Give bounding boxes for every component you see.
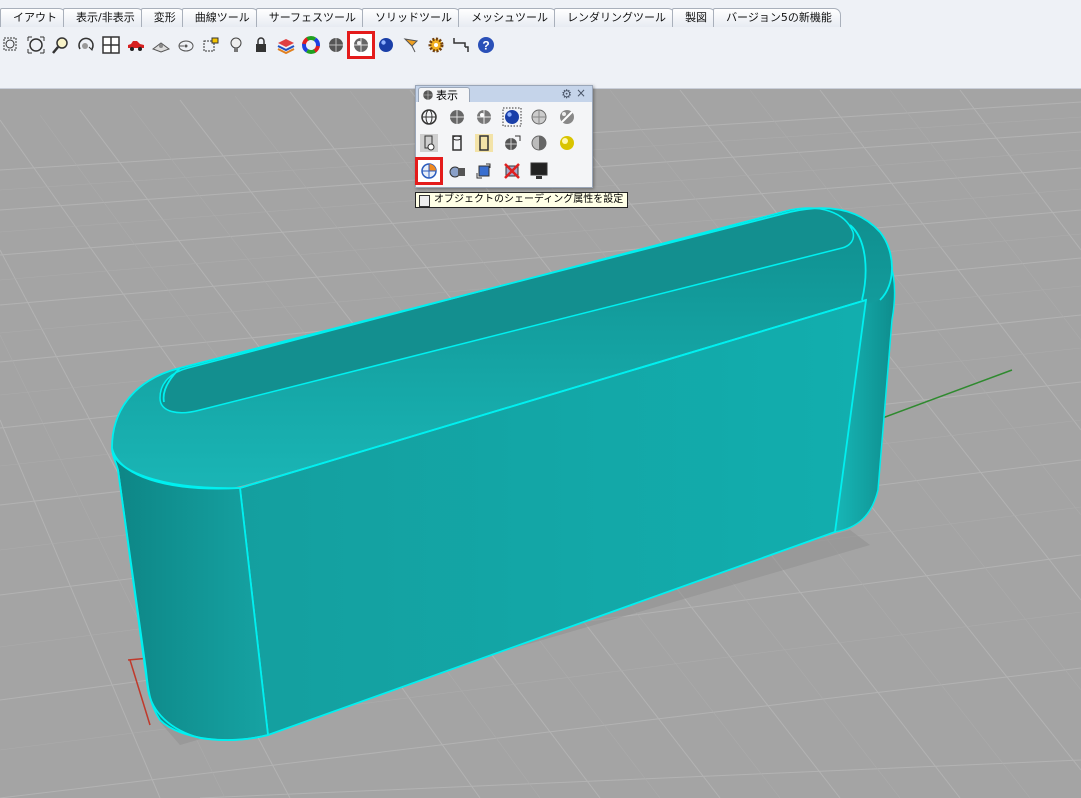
rendered-sphere-icon[interactable] [347, 31, 375, 59]
technical-icon[interactable] [418, 132, 440, 154]
display-panel-row-3 [415, 157, 556, 185]
display-panel-title: 表示 [436, 88, 458, 102]
display-panel-header: 表示 ⚙ × [416, 86, 592, 102]
command-ribbon: イアウト 表示/非表示 変形 曲線ツール サーフェスツール ソリッドツール メッ… [0, 0, 1081, 89]
disable-icon[interactable] [501, 160, 523, 182]
tab-v5-new-features[interactable]: バージョン5の新機能 [713, 8, 841, 27]
light-icon[interactable] [225, 34, 247, 56]
main-toolbar: ? [0, 31, 500, 59]
zoom-selected-icon[interactable] [50, 34, 72, 56]
toolbar-tabs: イアウト 表示/非表示 変形 曲線ツール サーフェスツール ソリッドツール メッ… [0, 8, 841, 28]
tab-solid-tools[interactable]: ソリッドツール [362, 8, 462, 27]
color-wheel-icon[interactable] [300, 34, 322, 56]
tab-visibility[interactable]: 表示/非表示 [63, 8, 144, 27]
select-points-icon[interactable] [200, 34, 222, 56]
object-shading-icon[interactable] [415, 157, 443, 185]
capture-icon[interactable] [473, 160, 495, 182]
panel-sphere-icon [423, 90, 433, 100]
world-sphere-icon[interactable] [501, 132, 523, 154]
display-panel: 表示 ⚙ × [415, 85, 593, 188]
blue-sphere-icon[interactable] [375, 34, 397, 56]
blue-render-icon[interactable] [501, 106, 523, 128]
lock-icon[interactable] [250, 34, 272, 56]
zoom-extents-icon[interactable] [25, 34, 47, 56]
tab-curve-tools[interactable]: 曲線ツール [181, 8, 259, 27]
pen-icon[interactable] [473, 132, 495, 154]
help-icon[interactable]: ? [475, 34, 497, 56]
tooltip: オブジェクトのシェーディング属性を設定 [415, 192, 629, 208]
display-panel-tab[interactable]: 表示 [418, 87, 470, 102]
tooltip-text: オブジェクトのシェーディング属性を設定 [434, 194, 624, 205]
shaded-sphere-icon[interactable] [325, 34, 347, 56]
camera-icon[interactable] [446, 160, 468, 182]
rotate-view-icon[interactable] [75, 34, 97, 56]
layer-icon[interactable] [275, 34, 297, 56]
car-icon[interactable] [125, 34, 147, 56]
gear-settings-icon[interactable] [425, 34, 447, 56]
tab-render-tools[interactable]: レンダリングツール [554, 8, 676, 27]
svg-text:?: ? [482, 39, 489, 53]
display-panel-row-2 [418, 132, 583, 154]
panel-close-icon[interactable]: × [576, 86, 586, 101]
hide-icon[interactable] [175, 34, 197, 56]
viewport-layout-icon[interactable] [100, 34, 122, 56]
tab-surface-tools[interactable]: サーフェスツール [255, 8, 366, 27]
tab-drafting[interactable]: 製図 [672, 8, 717, 27]
mouse-button-icon [419, 195, 430, 207]
zoom-window-icon[interactable] [0, 34, 22, 56]
monitor-icon[interactable] [528, 160, 550, 182]
dimension-icon[interactable] [450, 34, 472, 56]
xray-icon[interactable] [556, 106, 578, 128]
artistic-icon[interactable] [446, 132, 468, 154]
half-shaded-icon[interactable] [528, 132, 550, 154]
wireframe-icon[interactable] [418, 106, 440, 128]
rendered-icon[interactable] [473, 106, 495, 128]
tab-mesh-tools[interactable]: メッシュツール [458, 8, 558, 27]
flag-icon[interactable] [400, 34, 422, 56]
tab-layout[interactable]: イアウト [0, 8, 66, 27]
properties-icon[interactable] [150, 34, 172, 56]
shaded-icon[interactable] [446, 106, 468, 128]
gold-sphere-icon[interactable] [556, 132, 578, 154]
tab-transform[interactable]: 変形 [140, 8, 185, 27]
panel-options-gear-icon[interactable]: ⚙ [561, 87, 572, 101]
ghosted-icon[interactable] [528, 106, 550, 128]
display-panel-row-1 [418, 106, 583, 128]
